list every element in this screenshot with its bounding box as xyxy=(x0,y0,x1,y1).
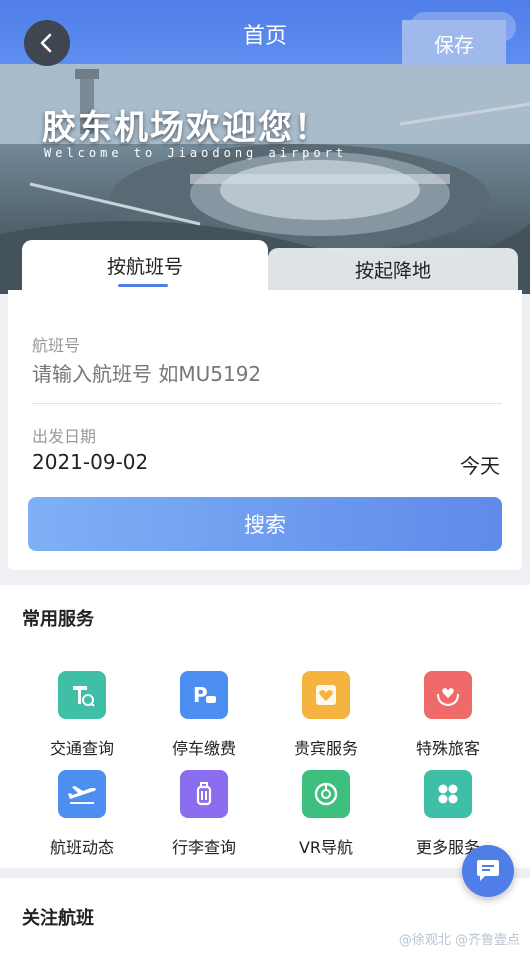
service-flight-status[interactable]: 航班动态 xyxy=(27,770,137,860)
chat-bubble-icon xyxy=(477,860,499,881)
active-tab-indicator xyxy=(118,284,168,287)
plane-icon xyxy=(58,770,106,818)
service-luggage-query[interactable]: 行李查询 xyxy=(149,770,259,860)
service-vip[interactable]: 贵宾服务 xyxy=(271,671,381,761)
followed-flights-title: 关注航班 xyxy=(22,908,94,929)
flight-search-card: 航班号 请输入航班号 如MU5192 出发日期 2021-09-02 今天 搜索 xyxy=(8,290,522,570)
services-title: 常用服务 xyxy=(22,609,94,630)
search-tabs: 按起降地 按航班号 xyxy=(8,240,522,290)
tab-by-route[interactable]: 按起降地 xyxy=(268,248,518,290)
flight-number-input[interactable]: 请输入航班号 如MU5192 xyxy=(32,358,261,387)
service-label: 航班动态 xyxy=(49,838,114,857)
svg-text:P: P xyxy=(193,683,208,707)
flight-number-label: 航班号 xyxy=(32,336,81,355)
banner-subtitle: Welcome to Jiaodong airport xyxy=(44,146,348,160)
field-divider xyxy=(32,403,502,404)
chat-button[interactable] xyxy=(462,845,514,897)
traffic-sign-icon xyxy=(58,671,106,719)
vip-heart-icon xyxy=(302,671,350,719)
luggage-icon xyxy=(180,770,228,818)
more-grid-icon xyxy=(424,770,472,818)
departure-date-field[interactable]: 2021-09-02 xyxy=(32,450,148,474)
service-label: 贵宾服务 xyxy=(293,739,358,758)
today-tag: 今天 xyxy=(460,454,500,478)
service-vr-navigation[interactable]: VR导航 xyxy=(271,770,381,860)
parking-icon: P xyxy=(180,671,228,719)
service-label: 交通查询 xyxy=(49,739,114,758)
service-label: 停车缴费 xyxy=(171,739,236,758)
compass-icon xyxy=(302,770,350,818)
common-services-section: 常用服务 交通查询 P 停车缴费 贵宾服务 特殊旅客 航班动态 行李查询 VR导… xyxy=(0,585,530,868)
watermark: @徐观北 @齐鲁壹点 xyxy=(398,933,520,948)
top-navigation-bar: 首页 保存 xyxy=(0,0,530,66)
save-button[interactable]: 保存 xyxy=(402,20,506,66)
service-parking-payment[interactable]: P 停车缴费 xyxy=(149,671,259,761)
search-button[interactable]: 搜索 xyxy=(28,497,502,551)
heart-hands-icon xyxy=(424,671,472,719)
banner-title: 胶东机场欢迎您！ xyxy=(42,108,330,148)
service-label: VR导航 xyxy=(298,838,354,857)
service-special-passengers[interactable]: 特殊旅客 xyxy=(393,671,503,761)
service-label: 行李查询 xyxy=(171,838,236,857)
service-traffic-query[interactable]: 交通查询 xyxy=(27,671,137,761)
tab-by-flight-number[interactable]: 按航班号 xyxy=(22,240,268,290)
service-label: 特殊旅客 xyxy=(415,739,480,758)
departure-date-label: 出发日期 xyxy=(32,427,97,446)
